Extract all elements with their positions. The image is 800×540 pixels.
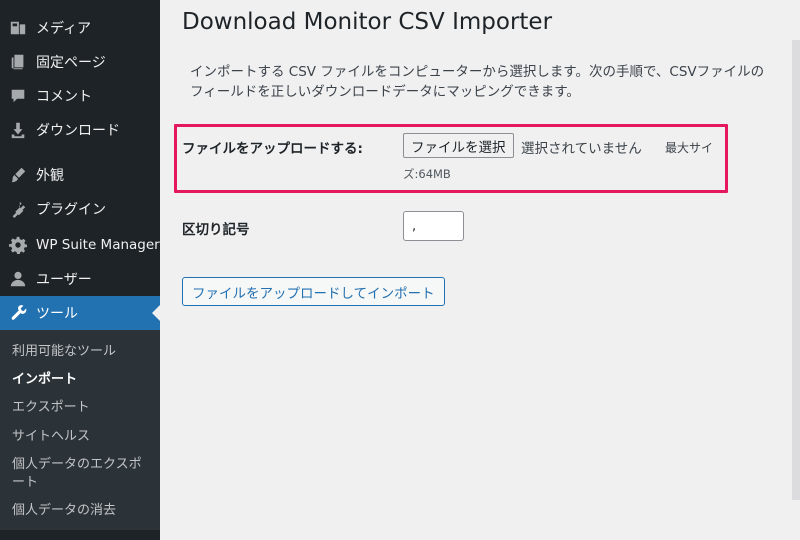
media-icon xyxy=(0,19,36,37)
sidebar-item-pages[interactable]: 固定ページ xyxy=(0,45,160,79)
plugins-icon xyxy=(0,200,36,218)
tools-submenu: 利用可能なツール インポート エクスポート サイトヘルス 個人データのエクスポー… xyxy=(0,330,160,530)
sidebar-item-label: ツール xyxy=(36,306,78,322)
submenu-item-site-health[interactable]: サイトヘルス xyxy=(12,428,152,446)
wrench-icon xyxy=(0,304,36,322)
main-content: Download Monitor CSV Importer インポートする CS… xyxy=(160,0,800,540)
sidebar-item-appearance[interactable]: 外観 xyxy=(0,158,160,192)
sidebar-item-media[interactable]: メディア xyxy=(0,11,160,45)
sidebar-item-label: ダウンロード xyxy=(36,123,120,139)
importer-description: インポートする CSV ファイルをコンピューターから選択します。次の手順で、CS… xyxy=(190,64,765,100)
gear-icon xyxy=(0,236,36,254)
file-upload-label: ファイルをアップロードする: xyxy=(182,141,363,157)
delimiter-label: 区切り記号 xyxy=(182,222,250,238)
upload-and-import-button[interactable]: ファイルをアップロードしてインポート xyxy=(182,277,445,306)
scrollbar[interactable] xyxy=(792,0,800,540)
sidebar-item-label: プラグイン xyxy=(36,202,106,218)
submenu-item-export[interactable]: エクスポート xyxy=(12,399,152,417)
max-size-text: 最大サイ xyxy=(665,141,714,155)
sidebar-item-label: コメント xyxy=(36,89,92,105)
sidebar-item-downloads[interactable]: ダウンロード xyxy=(0,113,160,147)
page-title: Download Monitor CSV Importer xyxy=(182,9,553,35)
submenu-item-erase-personal-data[interactable]: 個人データの消去 xyxy=(12,502,152,520)
users-icon xyxy=(0,270,36,288)
max-size-text-continued: ズ:64MB xyxy=(403,167,451,181)
sidebar-item-label: 外観 xyxy=(36,168,64,184)
submenu-item-export-personal-data[interactable]: 個人データのエクスポート xyxy=(12,456,152,492)
delimiter-input[interactable] xyxy=(403,211,464,241)
submenu-item-import[interactable]: インポート xyxy=(12,371,152,389)
comments-icon xyxy=(0,87,36,105)
pages-icon xyxy=(0,53,36,71)
sidebar-item-label: 固定ページ xyxy=(36,55,106,71)
scrollbar-thumb[interactable] xyxy=(792,40,800,500)
sidebar-item-label: メディア xyxy=(36,21,92,37)
submenu-item-available-tools[interactable]: 利用可能なツール xyxy=(12,343,152,361)
sidebar-item-plugins[interactable]: プラグイン xyxy=(0,192,160,226)
sidebar-item-tools[interactable]: ツール xyxy=(0,296,160,330)
sidebar-item-users[interactable]: ユーザー xyxy=(0,262,160,296)
sidebar-item-comments[interactable]: コメント xyxy=(0,79,160,113)
download-icon xyxy=(0,121,36,139)
choose-file-button[interactable]: ファイルを選択 xyxy=(403,133,514,158)
appearance-brush-icon xyxy=(0,166,36,184)
file-status-text: 選択されていません xyxy=(521,141,642,157)
sidebar-item-label: ユーザー xyxy=(36,272,92,288)
sidebar-item-label: WP Suite Manager xyxy=(36,237,160,253)
admin-sidebar: メディア 固定ページ コメント ダウンロード 外観 プラグイン WP Suite… xyxy=(0,0,160,540)
sidebar-item-wp-suite-manager[interactable]: WP Suite Manager xyxy=(0,228,160,262)
